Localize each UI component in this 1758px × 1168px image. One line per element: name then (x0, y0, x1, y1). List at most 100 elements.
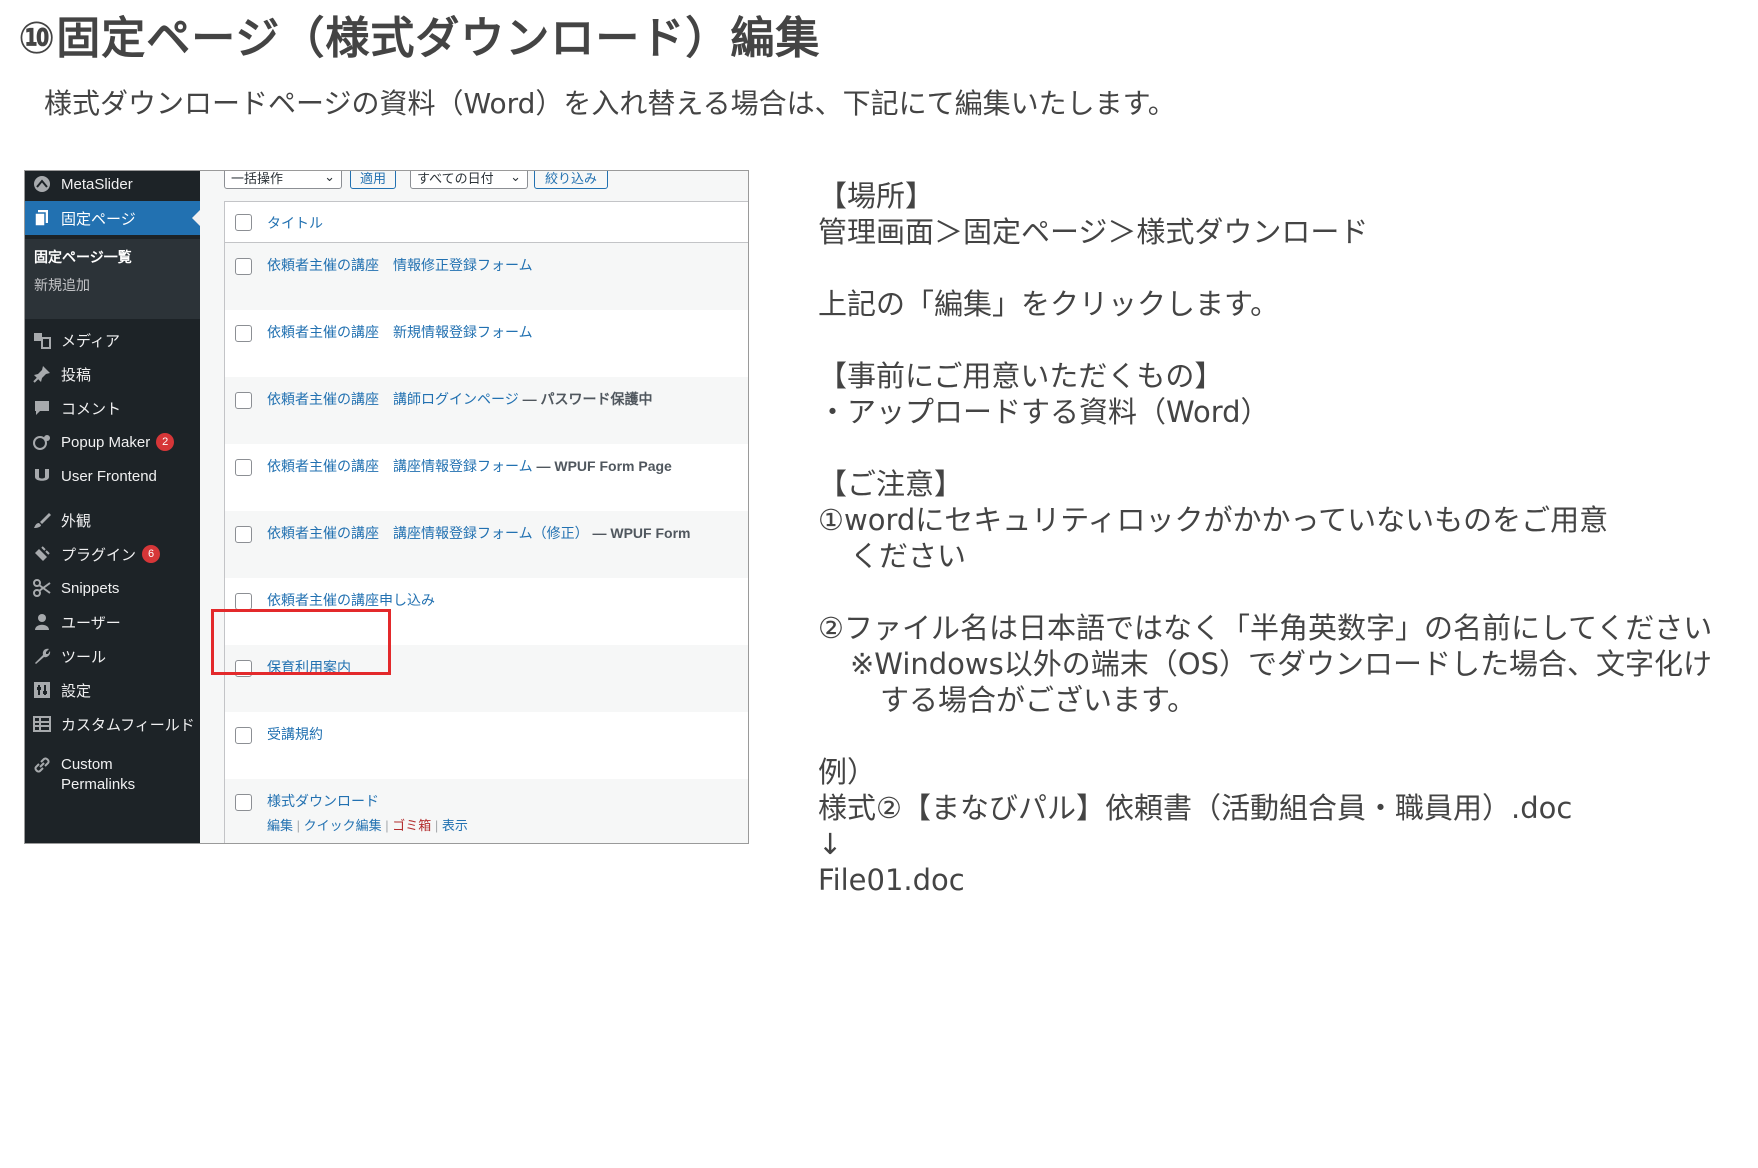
page-title-link[interactable]: 依頼者主催の講座 講座情報登録フォーム（修正） — WPUF Form (267, 523, 690, 543)
row-checkbox[interactable] (235, 258, 252, 275)
table-header: タイトル (225, 202, 748, 243)
location-path: 管理画面＞固定ページ＞様式ダウンロード (818, 215, 1369, 249)
select-all-checkbox[interactable] (235, 214, 252, 231)
page-title-link[interactable]: 様式ダウンロード (267, 791, 379, 811)
title-column-header[interactable]: タイトル (267, 213, 323, 233)
scissors-icon (32, 578, 52, 598)
pages-submenu: 固定ページ一覧 新規追加 (25, 239, 200, 319)
sidebar-item-posts[interactable]: 投稿 (25, 357, 200, 391)
list-toolbar: 一括操作 ⌄ 適用 すべての日付 ⌄ 絞り込み (200, 171, 748, 193)
brush-icon (32, 510, 52, 530)
wrench-icon (32, 646, 52, 666)
trash-link[interactable]: ゴミ箱 (392, 818, 431, 833)
sidebar-item-tools[interactable]: ツール (25, 639, 200, 673)
page-subtitle: 様式ダウンロードページの資料（Word）を入れ替える場合は、下記にて編集いたしま… (44, 87, 1176, 120)
active-arrow (192, 210, 200, 226)
caution-item-2: ②ファイル名は日本語ではなく「半角英数字」の名前にしてください (818, 611, 1713, 645)
sidebar-item-popup-maker[interactable]: Popup Maker 2 (25, 425, 200, 459)
apply-button[interactable]: 適用 (350, 171, 396, 189)
caution-heading: 【ご注意】 (818, 467, 964, 501)
table-row: 依頼者主催の講座 新規情報登録フォーム (225, 310, 748, 377)
row-checkbox[interactable] (235, 459, 252, 476)
permalinks-label: Custom Permalinks (61, 756, 136, 793)
user-icon (32, 612, 52, 632)
highlight-box (211, 609, 391, 675)
popup-icon (32, 432, 52, 452)
post-state: — WPUF Form Page (532, 458, 672, 474)
row-checkbox[interactable] (235, 794, 252, 811)
submenu-add-new[interactable]: 新規追加 (34, 275, 90, 295)
grid-icon (32, 714, 52, 734)
table-row: 依頼者主催の講座 情報修正登録フォーム (225, 243, 748, 310)
caution-item-1: ①wordにセキュリティロックがかかっていないものをご用意 (818, 503, 1609, 537)
row-checkbox[interactable] (235, 392, 252, 409)
sidebar-item-plugins[interactable]: プラグイン 6 (25, 537, 200, 571)
sidebar-item-user-frontend[interactable]: User Frontend (25, 459, 200, 493)
admin-sidebar: MetaSlider 固定ページ 固定ページ一覧 新規追加 メディア 投稿 コメ… (25, 171, 200, 843)
prep-item: ・アップロードする資料（Word） (818, 395, 1270, 429)
pin-icon (32, 364, 52, 384)
example-after: File01.doc (818, 863, 965, 897)
example-heading: 例） (818, 755, 877, 789)
page-title-link[interactable]: 依頼者主催の講座 新規情報登録フォーム (267, 322, 533, 342)
submenu-all-pages[interactable]: 固定ページ一覧 (34, 247, 132, 267)
location-heading: 【場所】 (818, 179, 935, 213)
plugins-update-badge: 6 (142, 545, 161, 563)
example-arrow: ↓ (818, 827, 843, 861)
plugin-icon (32, 544, 52, 564)
post-state: — WPUF Form (588, 525, 691, 541)
page-title-link[interactable]: 受講規約 (267, 724, 323, 744)
page-title: ⑩固定ページ（様式ダウンロード）編集 (18, 13, 821, 64)
sidebar-item-comments[interactable]: コメント (25, 391, 200, 425)
quick-edit-link[interactable]: クイック編集 (304, 818, 382, 833)
pages-icon (32, 208, 52, 228)
comment-icon (32, 398, 52, 418)
page-title-link[interactable]: 依頼者主催の講座 講座情報登録フォーム — WPUF Form Page (267, 456, 672, 476)
page-title-link[interactable]: 依頼者主催の講座申し込み (267, 590, 435, 610)
view-link[interactable]: 表示 (442, 818, 468, 833)
post-state: — パスワード保護中 (518, 391, 653, 407)
table-row: 受講規約 (225, 712, 748, 779)
caution-note: ※Windows以外の端末（OS）でダウンロードした場合、文字化け (850, 647, 1712, 681)
sidebar-item-appearance[interactable]: 外観 (25, 503, 200, 537)
table-row: 様式ダウンロード 編集 | クイック編集 | ゴミ箱 | 表示 (225, 779, 748, 843)
metaslider-icon (32, 174, 52, 194)
page-title-link[interactable]: 依頼者主催の講座 講師ログインページ — パスワード保護中 (267, 389, 653, 409)
caution-item-1-cont: ください (850, 539, 967, 573)
sidebar-item-metaslider[interactable]: MetaSlider (25, 171, 200, 201)
sidebar-item-pages[interactable]: 固定ページ (25, 201, 200, 235)
row-checkbox[interactable] (235, 526, 252, 543)
settings-icon (32, 680, 52, 700)
chevron-down-icon: ⌄ (324, 170, 335, 184)
date-filter-select[interactable]: すべての日付 ⌄ (410, 170, 528, 189)
pages-list-panel: 一括操作 ⌄ 適用 すべての日付 ⌄ 絞り込み タイトル 依頼者主催の講座 情報… (200, 171, 748, 843)
page-title-link[interactable]: 依頼者主催の講座 情報修正登録フォーム (267, 255, 533, 275)
sidebar-item-media[interactable]: メディア (25, 323, 200, 357)
row-checkbox[interactable] (235, 325, 252, 342)
bulk-action-select[interactable]: 一括操作 ⌄ (224, 170, 342, 189)
sidebar-item-settings[interactable]: 設定 (25, 673, 200, 707)
pages-table: タイトル 依頼者主催の講座 情報修正登録フォーム 依頼者主催の講座 新規情報登録… (224, 201, 748, 843)
sidebar-item-snippets[interactable]: Snippets (25, 571, 200, 605)
frontend-icon (32, 466, 52, 486)
media-icon (32, 330, 52, 350)
instructions: 【場所】 管理画面＞固定ページ＞様式ダウンロード 上記の「編集」をクリックします… (818, 178, 1712, 898)
filter-button[interactable]: 絞り込み (534, 171, 608, 189)
row-checkbox[interactable] (235, 593, 252, 610)
row-actions: 編集 | クイック編集 | ゴミ箱 | 表示 (267, 818, 468, 833)
sidebar-item-custom-fields[interactable]: カスタムフィールド (25, 707, 200, 741)
caution-note-cont: する場合がございます。 (880, 683, 1197, 717)
chevron-down-icon: ⌄ (510, 170, 521, 184)
popup-count-badge: 2 (156, 433, 175, 451)
click-edit-instruction: 上記の「編集」をクリックします。 (818, 287, 1280, 321)
admin-screenshot: MetaSlider 固定ページ 固定ページ一覧 新規追加 メディア 投稿 コメ… (24, 170, 749, 844)
example-before: 様式②【まなびパル】依頼書（活動組合員・職員用）.doc (818, 791, 1573, 825)
table-row: 依頼者主催の講座 講座情報登録フォーム — WPUF Form Page (225, 444, 748, 511)
prep-heading: 【事前にご用意いただくもの】 (818, 359, 1224, 393)
edit-link[interactable]: 編集 (267, 818, 293, 833)
table-row: 依頼者主催の講座 講座情報登録フォーム（修正） — WPUF Form (225, 511, 748, 578)
sidebar-item-users[interactable]: ユーザー (25, 605, 200, 639)
link-icon (32, 755, 52, 775)
sidebar-item-custom-permalinks[interactable]: Custom Permalinks (25, 751, 200, 801)
row-checkbox[interactable] (235, 727, 252, 744)
